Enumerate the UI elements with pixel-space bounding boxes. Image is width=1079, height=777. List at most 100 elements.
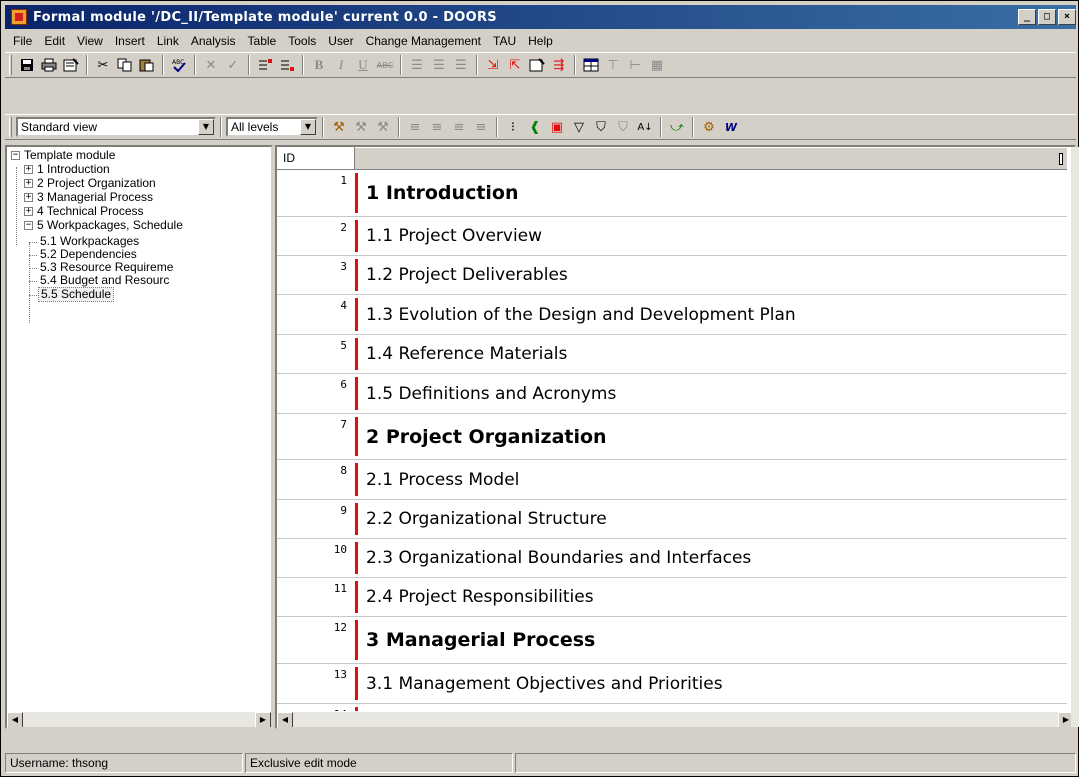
paste-icon[interactable] <box>136 55 158 75</box>
object-heading[interactable]: 2.3 Organizational Boundaries and Interf… <box>358 539 751 577</box>
object-heading[interactable]: 1.5 Definitions and Acronyms <box>358 374 616 413</box>
object-heading[interactable]: 2.2 Organizational Structure <box>358 500 607 538</box>
scroll-track[interactable] <box>23 712 255 727</box>
grid-horizontal-scrollbar[interactable]: ◀ ▶ <box>277 711 1074 727</box>
tree-item[interactable]: − 5 Workpackages, Schedule <box>24 219 183 232</box>
close-button[interactable]: × <box>1058 9 1076 25</box>
tree-child-item-selected[interactable]: 5.5 Schedule <box>38 287 115 302</box>
tree-item[interactable]: + 1 Introduction <box>24 163 110 176</box>
menu-help[interactable]: Help <box>522 34 559 48</box>
export-icon[interactable]: ⚙ <box>698 117 720 137</box>
show-pictures-icon[interactable]: ▣ <box>546 117 568 137</box>
menu-tau[interactable]: TAU <box>487 34 522 48</box>
grid-vertical-scrollbar[interactable] <box>1071 147 1079 727</box>
sort-icon[interactable]: A↓ <box>634 117 656 137</box>
grid-row[interactable]: 11 2.4 Project Responsibilities <box>277 578 1067 617</box>
tree-item[interactable]: + 3 Managerial Process <box>24 191 153 204</box>
object-heading[interactable]: 1.1 Project Overview <box>358 217 542 255</box>
bullet-list-icon[interactable]: ☰ <box>406 55 428 75</box>
chevron-down-icon[interactable]: ▼ <box>300 119 316 135</box>
expand-icon[interactable]: + <box>24 165 33 174</box>
menu-change-management[interactable]: Change Management <box>360 34 487 48</box>
filter-advanced-icon[interactable]: ⛉ <box>590 117 612 137</box>
tree-horizontal-scrollbar[interactable]: ◀ ▶ <box>7 711 271 727</box>
new-column-icon[interactable]: ⚒ <box>328 117 350 137</box>
menu-user[interactable]: User <box>322 34 359 48</box>
maximize-button[interactable]: □ <box>1038 9 1056 25</box>
object-heading[interactable]: 2 Project Organization <box>358 414 607 459</box>
id-column-header[interactable]: ID <box>277 147 355 170</box>
column-resize-handle[interactable] <box>1059 153 1063 165</box>
align-center-icon[interactable]: ≡ <box>426 117 448 137</box>
show-links-icon[interactable]: ❰ <box>524 117 546 137</box>
accept-check-icon[interactable]: ✓ <box>222 55 244 75</box>
chevron-down-icon[interactable]: ▼ <box>198 119 214 135</box>
menu-tools[interactable]: Tools <box>282 34 322 48</box>
outdent-icon[interactable]: ☰ <box>428 55 450 75</box>
scroll-left-icon[interactable]: ◀ <box>277 712 293 727</box>
object-heading[interactable]: 1.2 Project Deliverables <box>358 256 568 294</box>
main-column-header[interactable] <box>355 147 1067 170</box>
save-icon[interactable] <box>16 55 38 75</box>
underline-icon[interactable]: U <box>352 55 374 75</box>
object-heading[interactable]: 2.4 Project Responsibilities <box>358 578 594 616</box>
menu-link[interactable]: Link <box>151 34 185 48</box>
column-delete-icon[interactable]: ⚒ <box>350 117 372 137</box>
grid-row[interactable]: 10 2.3 Organizational Boundaries and Int… <box>277 539 1067 578</box>
table-cells-icon[interactable]: ▦ <box>646 55 668 75</box>
grid-row[interactable]: 4 1.3 Evolution of the Design and Develo… <box>277 295 1067 335</box>
insert-heading-icon[interactable] <box>254 55 276 75</box>
grid-row[interactable]: 12 3 Managerial Process <box>277 617 1067 664</box>
tree-child-item[interactable]: 5.4 Budget and Resourc <box>40 274 169 287</box>
link-create-icon[interactable]: ⇶ <box>548 55 570 75</box>
grid-row[interactable]: 3 1.2 Project Deliverables <box>277 256 1067 295</box>
grid-row[interactable]: 13 3.1 Management Objectives and Priorit… <box>277 664 1067 704</box>
expand-icon[interactable]: + <box>24 179 33 188</box>
menu-analysis[interactable]: Analysis <box>185 34 242 48</box>
grid-row[interactable]: 1 1 Introduction <box>277 170 1067 217</box>
table-insert-row-icon[interactable]: ⊤ <box>602 55 624 75</box>
scroll-track[interactable] <box>293 712 1058 727</box>
insert-object-below-icon[interactable] <box>276 55 298 75</box>
align-justify-icon[interactable]: ≡ <box>470 117 492 137</box>
strikethrough-icon[interactable]: ABC <box>374 55 396 75</box>
toolbar-grip[interactable] <box>9 55 12 75</box>
object-heading[interactable]: 2.1 Process Model <box>358 460 519 499</box>
filter-clear-icon[interactable]: ⛉ <box>612 117 634 137</box>
refresh-arrow-icon[interactable]: ⤻ <box>666 117 688 137</box>
column-edit-icon[interactable]: ⚒ <box>372 117 394 137</box>
grid-row[interactable]: 5 1.4 Reference Materials <box>277 335 1067 374</box>
object-heading[interactable]: 1.3 Evolution of the Design and Developm… <box>358 295 796 334</box>
link-properties-icon[interactable] <box>526 55 548 75</box>
spellcheck-icon[interactable]: ABC <box>168 55 190 75</box>
module-grid[interactable]: ID 1 1 Introduction 2 1.1 Project Overvi… <box>275 145 1076 729</box>
word-export-icon[interactable]: W <box>720 117 742 137</box>
print-icon[interactable] <box>38 55 60 75</box>
title-bar[interactable]: Formal module '/DC_II/Template module' c… <box>5 5 1076 29</box>
bold-icon[interactable]: B <box>308 55 330 75</box>
menu-view[interactable]: View <box>71 34 109 48</box>
grid-row[interactable]: 6 1.5 Definitions and Acronyms <box>277 374 1067 414</box>
table-icon[interactable] <box>580 55 602 75</box>
collapse-icon[interactable]: − <box>11 151 20 160</box>
object-heading[interactable]: 3.1 Management Objectives and Priorities <box>358 664 723 703</box>
grid-row[interactable]: 8 2.1 Process Model <box>277 460 1067 500</box>
properties-icon[interactable] <box>60 55 82 75</box>
view-select[interactable]: Standard view ▼ <box>16 117 216 137</box>
object-heading[interactable]: 3 Managerial Process <box>358 617 595 663</box>
cut-icon[interactable]: ✂ <box>92 55 114 75</box>
filter-icon[interactable]: ▽ <box>568 117 590 137</box>
grid-row[interactable]: 9 2.2 Organizational Structure <box>277 500 1067 539</box>
scroll-right-icon[interactable]: ▶ <box>255 712 271 727</box>
object-heading[interactable]: 1 Introduction <box>358 170 519 216</box>
menu-table[interactable]: Table <box>242 34 283 48</box>
link-end-icon[interactable]: ⇱ <box>504 55 526 75</box>
collapse-icon[interactable]: − <box>24 221 33 230</box>
copy-icon[interactable] <box>114 55 136 75</box>
scroll-left-icon[interactable]: ◀ <box>7 712 23 727</box>
menu-edit[interactable]: Edit <box>38 34 71 48</box>
explorer-tree[interactable]: − Template module + 1 Introduction + 2 P… <box>5 145 273 729</box>
minimize-button[interactable]: _ <box>1018 9 1036 25</box>
cancel-x-icon[interactable]: ✕ <box>200 55 222 75</box>
menu-file[interactable]: File <box>7 34 38 48</box>
